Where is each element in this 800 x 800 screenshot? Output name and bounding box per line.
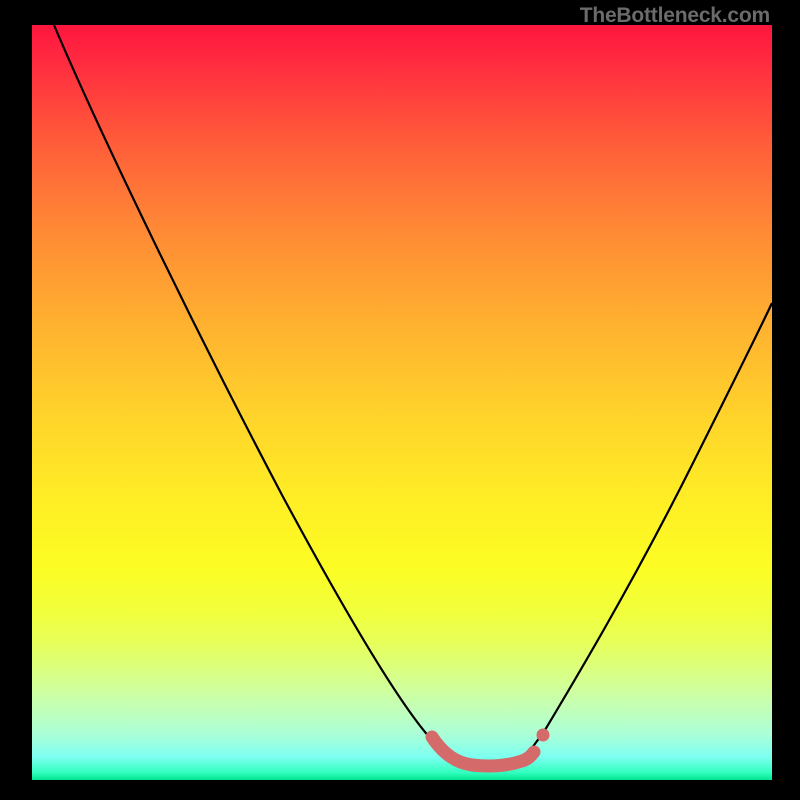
chart-svg [32, 25, 772, 780]
chart-container: TheBottleneck.com [0, 0, 800, 800]
plot-area [32, 25, 772, 780]
optimal-region-marker [432, 729, 550, 766]
bottleneck-curve [54, 25, 772, 766]
